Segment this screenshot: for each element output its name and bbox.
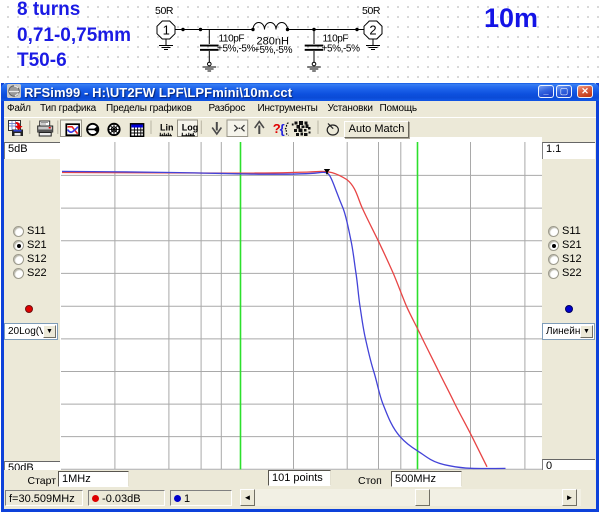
svg-text:{: { — [280, 122, 285, 137]
svg-text:1: 1 — [163, 23, 170, 38]
svg-text:50R: 50R — [155, 5, 174, 17]
svg-text:+5%,-5%: +5%,-5% — [254, 45, 293, 56]
svg-text:+5%,-5%: +5%,-5% — [217, 44, 256, 55]
svg-text:Lin: Lin — [160, 123, 174, 133]
svg-text:Log: Log — [182, 123, 199, 133]
svg-text:50R: 50R — [362, 5, 381, 17]
svg-text:2: 2 — [369, 23, 376, 38]
svg-text:+5%,-5%: +5%,-5% — [322, 44, 361, 55]
